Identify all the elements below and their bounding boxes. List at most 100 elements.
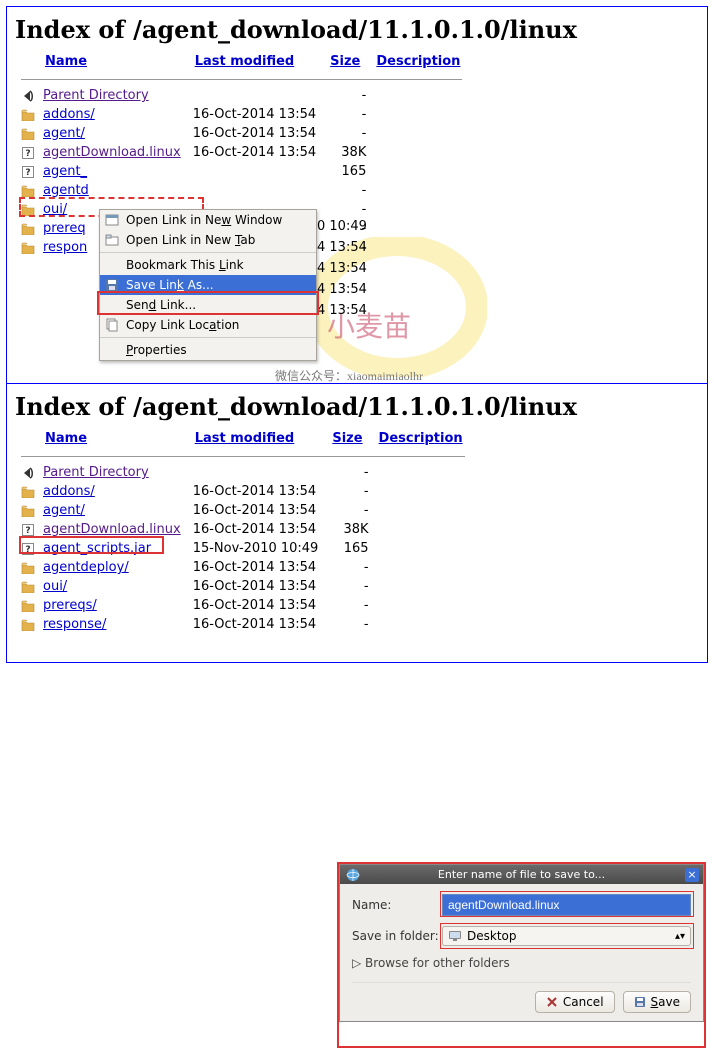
size-cell: - [324, 463, 370, 482]
save-icon [634, 996, 646, 1008]
file-link[interactable]: agent_ [43, 164, 87, 179]
col-name[interactable]: Name [45, 431, 87, 446]
folder-icon [15, 558, 37, 577]
size-cell: 38K [322, 143, 368, 162]
col-modified[interactable]: Last modified [195, 54, 295, 69]
file-link[interactable]: agent_scripts.jar [43, 541, 151, 556]
modified-cell: 16-Oct-2014 13:54 [187, 501, 325, 520]
file-link[interactable]: agentDownload.linux [43, 145, 181, 160]
file-link[interactable]: Parent Directory [43, 465, 149, 480]
modified-cell: 16-Oct-2014 13:54 [187, 577, 325, 596]
context-menu: Open Link in New WindowOpen Link in New … [99, 209, 317, 361]
col-modified[interactable]: Last modified [195, 431, 295, 446]
file-link[interactable]: oui/ [43, 579, 67, 594]
file-link[interactable]: agentd [43, 183, 89, 198]
modified-cell [187, 181, 322, 200]
table-row: addons/16-Oct-2014 13:54- [15, 105, 468, 124]
back-icon [15, 86, 37, 105]
cancel-button[interactable]: Cancel [535, 991, 615, 1013]
dialog-close-button[interactable]: × [685, 868, 699, 882]
modified-cell: 16-Oct-2014 13:54 [187, 596, 325, 615]
folder-icon [15, 181, 37, 200]
menu-item-copy-link-location[interactable]: Copy Link Location [100, 315, 316, 335]
dialog-titlebar: Enter name of file to save to... × [340, 865, 703, 884]
col-desc[interactable]: Description [379, 431, 463, 446]
window-icon [105, 213, 119, 227]
copy-icon [105, 318, 119, 332]
file-link[interactable]: Parent Directory [43, 88, 149, 103]
tab-icon [105, 233, 119, 247]
menu-item-properties[interactable]: Properties [100, 340, 316, 360]
menu-item-open-link-in-new-tab[interactable]: Open Link in New Tab [100, 230, 316, 250]
unknown-icon: ? [15, 520, 37, 539]
col-desc[interactable]: Description [376, 54, 460, 69]
modified-cell [187, 86, 322, 105]
modified-cell: 16-Oct-2014 13:54 [187, 143, 322, 162]
back-icon [15, 463, 37, 482]
table-row: Parent Directory - [15, 463, 471, 482]
file-link[interactable]: addons/ [43, 107, 95, 122]
menu-item-save-link-as[interactable]: Save Link As... [100, 275, 316, 295]
modified-cell: 16-Oct-2014 13:54 [187, 615, 325, 634]
folder-icon [15, 219, 37, 238]
modified-cell: 16-Oct-2014 13:54 [187, 482, 325, 501]
folder-dropdown[interactable]: Desktop ▴▾ [442, 926, 691, 946]
modified-cell: 15-Nov-2010 10:49 [187, 539, 325, 558]
modified-cell: 16-Oct-2014 13:54 [187, 124, 322, 143]
folder-icon [15, 577, 37, 596]
modified-cell [187, 162, 322, 181]
size-cell: - [324, 596, 370, 615]
page-title: Index of /agent_download/11.1.0.1.0/linu… [15, 392, 699, 421]
folder-icon [15, 501, 37, 520]
table-row: agentd- [15, 181, 468, 200]
dropdown-arrows-icon: ▴▾ [675, 931, 685, 942]
size-cell: - [322, 124, 368, 143]
table-row: agent/16-Oct-2014 13:54- [15, 501, 471, 520]
size-cell: 165 [322, 162, 368, 181]
filename-input[interactable] [442, 894, 691, 916]
folder-icon [15, 200, 37, 219]
table-row: ? agent_ 165 [15, 162, 468, 181]
file-link[interactable]: agent/ [43, 126, 85, 141]
file-link[interactable]: oui/ [43, 202, 67, 217]
save-button[interactable]: Save [623, 991, 691, 1013]
file-link[interactable]: prereqs/ [43, 598, 97, 613]
unknown-icon: ? [15, 143, 37, 162]
table-row: ? agentDownload.linux 16-Oct-2014 13:5438K [15, 143, 468, 162]
menu-item-bookmark-this-link[interactable]: Bookmark This Link [100, 255, 316, 275]
file-link[interactable]: addons/ [43, 484, 95, 499]
file-link[interactable]: response/ [43, 617, 106, 632]
col-size[interactable]: Size [332, 431, 362, 446]
size-cell: - [324, 501, 370, 520]
bottom-panel: Index of /agent_download/11.1.0.1.0/linu… [6, 383, 708, 663]
menu-item-open-link-in-new-window[interactable]: Open Link in New Window [100, 210, 316, 230]
table-row: addons/16-Oct-2014 13:54- [15, 482, 471, 501]
folder-icon [15, 596, 37, 615]
save-dialog: Enter name of file to save to... × Name:… [339, 864, 704, 1022]
svg-text:?: ? [25, 168, 30, 178]
modified-cell: 16-Oct-2014 13:54 [187, 520, 325, 539]
file-link[interactable]: agentdeploy/ [43, 560, 129, 575]
table-row: agent/16-Oct-2014 13:54- [15, 124, 468, 143]
folder-icon [15, 124, 37, 143]
file-rows-bottom: Parent Directory-addons/16-Oct-2014 13:5… [15, 463, 471, 634]
folder-icon [15, 238, 37, 257]
folder-label: Save in folder: [352, 929, 442, 943]
cancel-icon [546, 996, 558, 1008]
file-link[interactable]: respon [43, 240, 87, 255]
file-link[interactable]: agent/ [43, 503, 85, 518]
page-title: Index of /agent_download/11.1.0.1.0/linu… [15, 15, 699, 44]
svg-text:?: ? [25, 526, 30, 536]
browse-folders-toggle[interactable]: ▷ Browse for other folders [352, 956, 691, 970]
folder-icon [15, 615, 37, 634]
file-link[interactable]: agentDownload.linux [43, 522, 181, 537]
desktop-icon [448, 930, 462, 942]
size-cell: - [324, 558, 370, 577]
col-size[interactable]: Size [330, 54, 360, 69]
table-row: prereqs/16-Oct-2014 13:54- [15, 596, 471, 615]
menu-item-send-link[interactable]: Send Link... [100, 295, 316, 315]
file-link[interactable]: prereq [43, 221, 86, 236]
triangle-right-icon: ▷ [352, 956, 365, 970]
folder-icon [15, 105, 37, 124]
col-name[interactable]: Name [45, 54, 87, 69]
